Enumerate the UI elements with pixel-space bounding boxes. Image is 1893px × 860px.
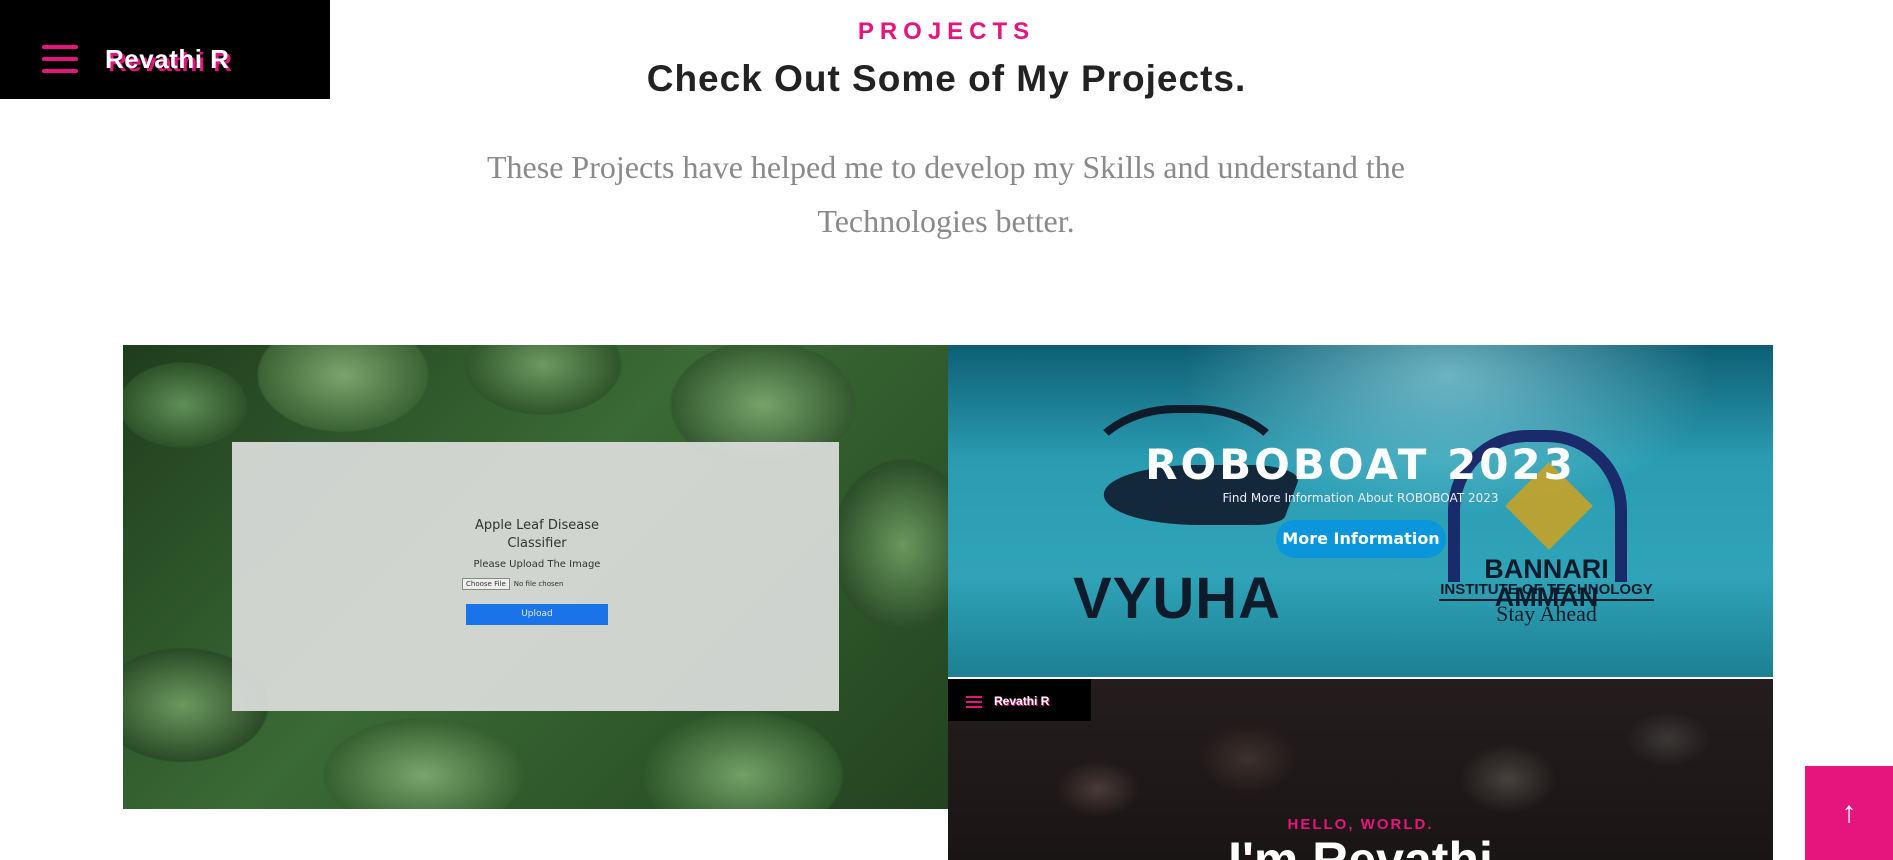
section-title: Check Out Some of My Projects. xyxy=(646,58,1247,99)
project-card-portfolio[interactable]: Revathi R HELLO, WORLD. I'm Revathi xyxy=(948,679,1773,860)
back-to-top-button[interactable]: ↑ xyxy=(1805,766,1893,860)
projects-grid: Apple Leaf Disease Classifier Please Upl… xyxy=(123,345,1773,860)
section-description: These Projects have helped me to develop… xyxy=(487,149,1405,239)
upload-prompt: Please Upload The Image xyxy=(473,559,601,570)
choose-file-button: Choose File xyxy=(462,578,510,590)
bit-subtitle: INSTITUTE OF TECHNOLOGY xyxy=(1439,581,1654,601)
app-title: Apple Leaf Disease Classifier xyxy=(475,518,599,551)
project-card-roboboat[interactable]: VYUHA BANNARI AMMAN INSTITUTE OF TECHNOL… xyxy=(948,345,1773,677)
upload-button: Upload xyxy=(466,604,608,625)
mini-brand-name: Revathi R xyxy=(994,694,1050,708)
section-kicker: PROJECTS xyxy=(857,18,1036,45)
roboboat-subtitle: Find More Information About ROBOBOAT 202… xyxy=(1222,491,1499,505)
app-preview-panel: Apple Leaf Disease Classifier Please Upl… xyxy=(232,442,839,711)
more-information-button[interactable]: More Information xyxy=(1276,520,1446,558)
project-card-leaf-classifier[interactable]: Apple Leaf Disease Classifier Please Upl… xyxy=(123,345,948,809)
no-file-label: No file chosen xyxy=(513,580,564,588)
mini-hamburger-icon xyxy=(966,696,982,708)
arrow-up-icon: ↑ xyxy=(1841,796,1857,829)
portfolio-headline: I'm Revathi xyxy=(1228,832,1493,860)
app-preview: Apple Leaf Disease Classifier Please Upl… xyxy=(462,517,612,625)
file-input: Choose File No file chosen xyxy=(462,578,612,590)
mini-brand-bar: Revathi R xyxy=(948,679,1091,721)
bit-tagline: Stay Ahead xyxy=(1496,601,1597,626)
vyuha-logo-text: VYUHA xyxy=(1073,566,1282,631)
roboboat-title: ROBOBOAT 2023 xyxy=(1145,440,1576,489)
